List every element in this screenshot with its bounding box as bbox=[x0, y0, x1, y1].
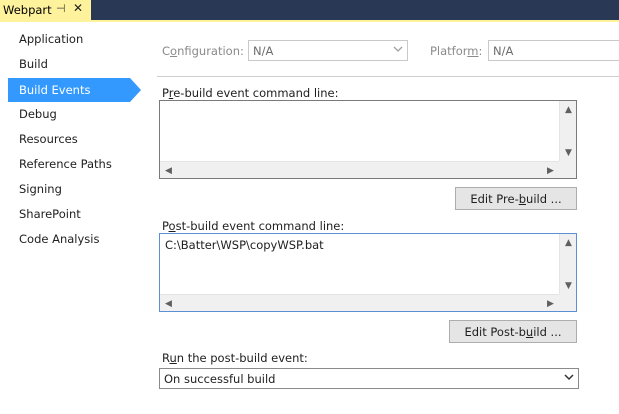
scrollbar-corner bbox=[559, 161, 576, 178]
platform-value: N/A bbox=[493, 43, 514, 58]
postbuild-command-textarea[interactable]: C:\Batter\WSP\copyWSP.bat ▲ ▼ ◀ ▶ bbox=[159, 233, 577, 312]
scroll-up-icon[interactable]: ▲ bbox=[560, 101, 577, 118]
document-tab-strip: Webpart ⊣ ✕ bbox=[0, 0, 619, 20]
sidebar-item-label: Debug bbox=[19, 107, 57, 121]
configuration-select[interactable]: N/A bbox=[248, 40, 408, 61]
edit-postbuild-button[interactable]: Edit Post-b u ild ... bbox=[449, 320, 577, 343]
vertical-scrollbar[interactable]: ▲ ▼ bbox=[559, 101, 576, 161]
sidebar-item-sharepoint[interactable]: SharePoint bbox=[8, 202, 130, 226]
chevron-down-icon bbox=[393, 46, 403, 52]
horizontal-scrollbar[interactable]: ◀ ▶ bbox=[160, 161, 559, 178]
configuration-value: N/A bbox=[253, 43, 274, 58]
prebuild-label: Pre-build event command line: bbox=[162, 86, 339, 100]
platform-select[interactable]: N/A bbox=[488, 40, 619, 61]
scroll-right-icon[interactable]: ▶ bbox=[542, 295, 559, 312]
pin-icon[interactable]: ⊣ bbox=[56, 2, 66, 15]
scroll-down-icon[interactable]: ▼ bbox=[560, 144, 577, 161]
platform-label: Platform: bbox=[430, 44, 483, 58]
chevron-down-icon bbox=[564, 374, 574, 381]
scroll-right-icon[interactable]: ▶ bbox=[542, 162, 559, 179]
sidebar-item-signing[interactable]: Signing bbox=[8, 177, 130, 201]
horizontal-scrollbar[interactable]: ◀ ▶ bbox=[160, 294, 559, 311]
sidebar-item-debug[interactable]: Debug bbox=[8, 102, 130, 126]
scroll-down-icon[interactable]: ▼ bbox=[560, 277, 577, 294]
sidebar-item-label: Resources bbox=[19, 132, 78, 146]
run-event-value: On successful build bbox=[164, 371, 276, 386]
scrollbar-corner bbox=[559, 294, 576, 311]
sidebar-item-application[interactable]: Application bbox=[8, 27, 130, 51]
sidebar: Application Build Build Events Debug Res… bbox=[0, 22, 146, 414]
edit-prebuild-button[interactable]: Edit Pre-b uild ... bbox=[455, 187, 577, 210]
sidebar-item-label: Build bbox=[19, 57, 48, 71]
close-icon[interactable]: ✕ bbox=[73, 1, 83, 15]
sidebar-item-build[interactable]: Build bbox=[8, 52, 130, 76]
sidebar-item-label: SharePoint bbox=[19, 207, 81, 221]
run-event-select[interactable]: On successful build bbox=[159, 368, 579, 389]
scroll-left-icon[interactable]: ◀ bbox=[160, 295, 177, 312]
postbuild-label: Post-build event command line: bbox=[162, 219, 345, 233]
sidebar-item-resources[interactable]: Resources bbox=[8, 127, 130, 151]
document-tab-webpart[interactable]: Webpart ⊣ ✕ bbox=[0, 0, 91, 20]
sidebar-item-build-events[interactable]: Build Events bbox=[8, 78, 141, 102]
scroll-left-icon[interactable]: ◀ bbox=[160, 162, 177, 179]
scroll-up-icon[interactable]: ▲ bbox=[560, 234, 577, 251]
sidebar-item-code-analysis[interactable]: Code Analysis bbox=[8, 227, 130, 251]
prebuild-command-textarea[interactable]: ▲ ▼ ◀ ▶ bbox=[159, 100, 577, 179]
sidebar-item-label: Signing bbox=[19, 182, 62, 196]
tab-title: Webpart bbox=[3, 3, 52, 17]
sidebar-item-label: Code Analysis bbox=[19, 232, 100, 246]
sidebar-item-label: Application bbox=[19, 32, 84, 46]
sidebar-item-reference-paths[interactable]: Reference Paths bbox=[8, 152, 130, 176]
postbuild-command-text: C:\Batter\WSP\copyWSP.bat bbox=[165, 238, 324, 252]
configuration-label: Configuration: bbox=[162, 44, 244, 58]
sidebar-item-label: Build Events bbox=[19, 83, 91, 97]
sidebar-item-label: Reference Paths bbox=[19, 157, 112, 171]
run-event-label: Run the post-build event: bbox=[162, 351, 308, 365]
divider bbox=[157, 76, 619, 77]
vertical-scrollbar[interactable]: ▲ ▼ bbox=[559, 234, 576, 294]
